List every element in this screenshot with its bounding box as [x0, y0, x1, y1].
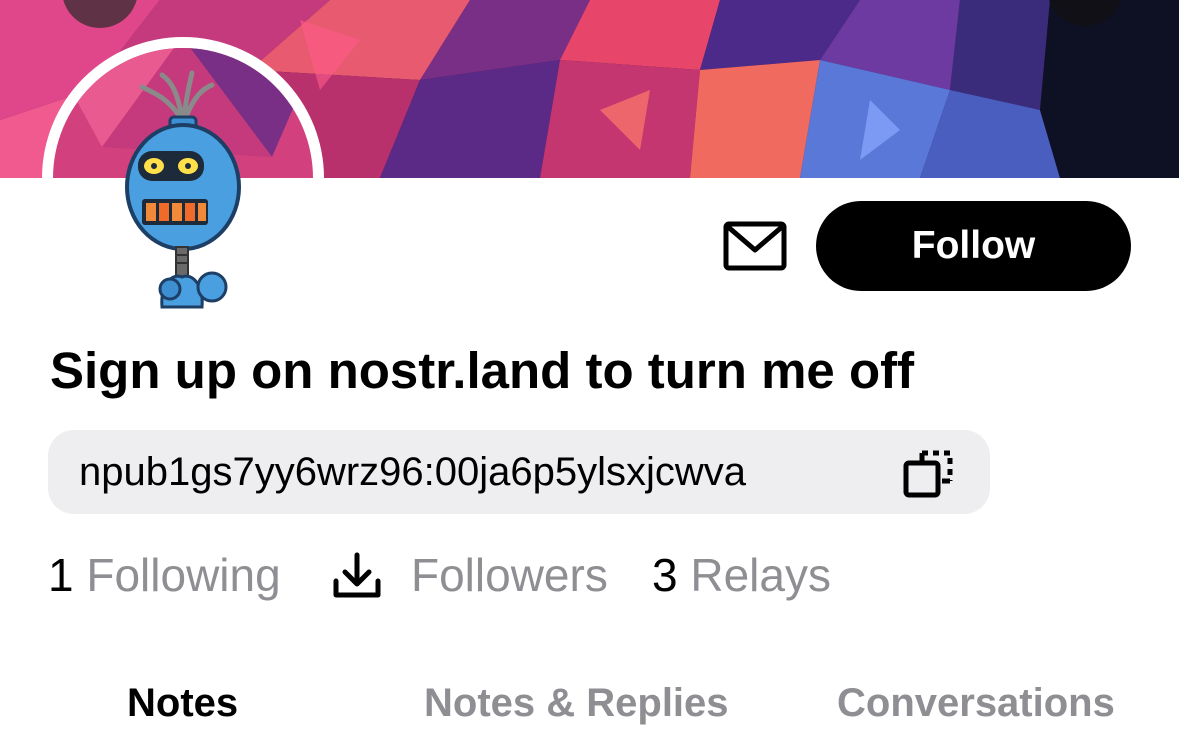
envelope-icon[interactable] — [722, 220, 788, 272]
npub-copy-pill[interactable]: npub1gs7yy6wrz96:00ja6p5ylsxjcwva — [48, 430, 990, 514]
tab-notes-and-replies[interactable]: Notes & Replies — [424, 670, 729, 736]
avatar[interactable] — [42, 37, 324, 319]
following-label: Following — [86, 549, 281, 601]
tab-notes[interactable]: Notes — [127, 670, 238, 736]
relays-label: Relays — [690, 549, 831, 601]
npub-text: npub1gs7yy6wrz96:00ja6p5ylsxjcwva — [79, 450, 747, 494]
followers-label: Followers — [411, 549, 608, 601]
relays-count: 3 — [652, 549, 678, 601]
profile-tabs: Notes Notes & Replies Conversations — [0, 670, 1179, 736]
relays-stat[interactable]: 3 Relays — [652, 540, 831, 610]
download-icon[interactable] — [331, 549, 383, 601]
display-name: Sign up on nostr.land to turn me off — [50, 342, 915, 399]
follow-button[interactable]: Follow — [816, 201, 1131, 291]
profile-page: Follow Sign up on nostr.land to turn me … — [0, 0, 1179, 749]
following-stat[interactable]: 1 Following — [48, 540, 281, 610]
followers-stat[interactable]: Followers — [411, 540, 608, 610]
tab-conversations[interactable]: Conversations — [837, 670, 1115, 736]
copy-icon[interactable] — [902, 445, 958, 501]
following-count: 1 — [48, 549, 74, 601]
